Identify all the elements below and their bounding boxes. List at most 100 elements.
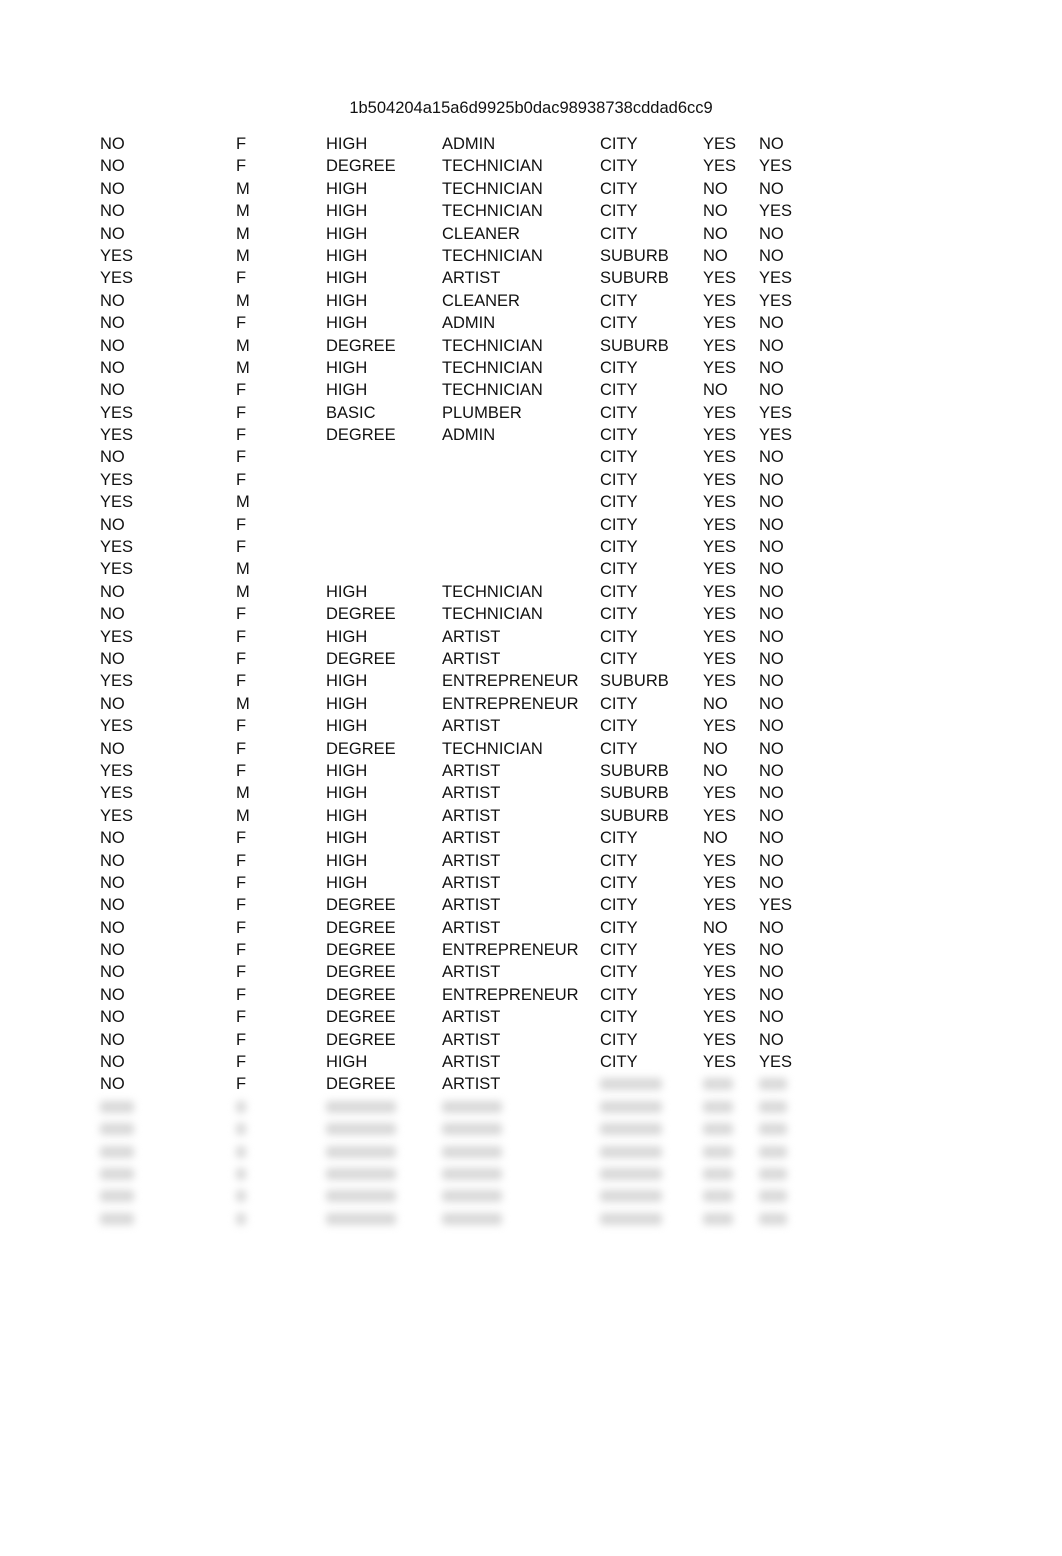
table-cell-col-5: CITY [600,582,638,601]
table-cell-col-6: YES [703,157,737,176]
table-cell-col-3: DEGREE [326,918,396,937]
table-cell-col-6: YES [703,336,737,355]
table-cell-col-5: CITY [600,829,638,848]
table-cell-col-7: NO [759,560,784,579]
table-cell-col-4: ARTIST [442,829,501,848]
table-cell-col-4: ARTIST [442,963,501,982]
blurred-cell [100,1167,134,1180]
table-cell-col-3: HIGH [326,717,368,736]
table-cell-col-1: NO [100,649,125,668]
table-cell-col-1: NO [100,873,125,892]
table-cell-col-2: F [236,426,247,445]
table-cell-col-3: DEGREE [326,941,396,960]
table-cell-col-7: NO [759,493,784,512]
table-cell-col-2: F [236,470,247,489]
table-cell-col-2: F [236,538,247,557]
table-cell-col-4: ENTREPRENEUR [442,672,579,691]
table-cell-col-3: HIGH [326,694,368,713]
table-cell-col-4: ARTIST [442,269,501,288]
blurred-cell [326,1123,396,1136]
table-cell-col-7: NO [759,246,784,265]
table-cell-col-3: HIGH [326,179,368,198]
table-cell-col-1: NO [100,157,125,176]
table-cell-col-5: CITY [600,403,638,422]
table-cell-col-1: YES [100,426,134,445]
table-cell-col-1: NO [100,179,125,198]
table-cell-col-3: DEGREE [326,1008,396,1027]
table-cell-col-3: DEGREE [326,336,396,355]
table-cell-col-5: CITY [600,985,638,1004]
blurred-cell [759,1190,787,1203]
table-cell-col-6: YES [703,627,737,646]
table-cell-col-1: NO [100,694,125,713]
table-cell-col-7: NO [759,649,784,668]
table-cell-col-4: ARTIST [442,1030,501,1049]
table-cell-col-7: NO [759,941,784,960]
table-cell-col-7: NO [759,448,784,467]
blurred-cell [326,1167,396,1180]
blurred-cell [703,1212,733,1225]
table-cell-col-7: NO [759,985,784,1004]
table-cell-col-5: CITY [600,649,638,668]
table-cell-col-4: TECHNICIAN [442,381,543,400]
table-cell-col-3: DEGREE [326,157,396,176]
blurred-cell [236,1167,246,1180]
table-cell-col-3: DEGREE [326,896,396,915]
table-cell-col-6: YES [703,448,737,467]
table-cell-col-4: ARTIST [442,1053,501,1072]
table-cell-col-2: F [236,717,247,736]
blurred-cell [442,1145,502,1158]
blurred-cell [442,1167,502,1180]
table-cell-col-7: NO [759,761,784,780]
table-cell-col-7: YES [759,202,793,221]
table-cell-col-5: CITY [600,291,638,310]
blurred-cell [600,1100,662,1113]
table-cell-col-7: NO [759,963,784,982]
table-cell-col-5: CITY [600,627,638,646]
table-cell-col-6: YES [703,582,737,601]
table-cell-col-1: YES [100,560,134,579]
blurred-cell [100,1212,134,1225]
table-cell-col-1: NO [100,605,125,624]
table-cell-col-3: DEGREE [326,426,396,445]
table-cell-col-7: NO [759,784,784,803]
table-cell-col-3: HIGH [326,224,368,243]
blurred-cell [759,1100,787,1113]
table-cell-col-5: CITY [600,560,638,579]
table-cell-col-1: NO [100,224,125,243]
table-cell-col-4: ENTREPRENEUR [442,694,579,713]
table-cell-col-6: NO [703,202,728,221]
table-cell-col-7: NO [759,694,784,713]
table-cell-col-4: ARTIST [442,1008,501,1027]
table-cell-col-5: CITY [600,538,638,557]
table-cell-col-1: NO [100,448,125,467]
table-cell-col-7: NO [759,179,784,198]
table-cell-col-3: HIGH [326,246,368,265]
table-cell-col-1: YES [100,806,134,825]
table-cell-col-3: HIGH [326,672,368,691]
table-cell-col-3: HIGH [326,269,368,288]
table-cell-col-4: PLUMBER [442,403,522,422]
table-cell-col-4: TECHNICIAN [442,739,543,758]
blurred-cell [703,1123,733,1136]
table-cell-col-6: YES [703,1053,737,1072]
table-cell-col-3: HIGH [326,1053,368,1072]
blurred-cell [442,1123,502,1136]
table-cell-col-7: NO [759,851,784,870]
blurred-cell [703,1190,733,1203]
table-cell-col-6: NO [703,739,728,758]
blurred-cell [236,1212,246,1225]
blurred-cell [326,1100,396,1113]
table-cell-col-7: YES [759,1053,793,1072]
table-cell-col-4: ARTIST [442,918,501,937]
table-cell-col-6: YES [703,493,737,512]
table-cell-col-7: YES [759,269,793,288]
blurred-cell [600,1145,662,1158]
table-cell-col-3: HIGH [326,784,368,803]
table-cell-col-6: NO [703,918,728,937]
blurred-cell [759,1078,787,1091]
table-cell-col-2: F [236,761,247,780]
table-cell-col-3: HIGH [326,291,368,310]
blurred-cell [759,1167,787,1180]
table-cell-col-5: CITY [600,694,638,713]
